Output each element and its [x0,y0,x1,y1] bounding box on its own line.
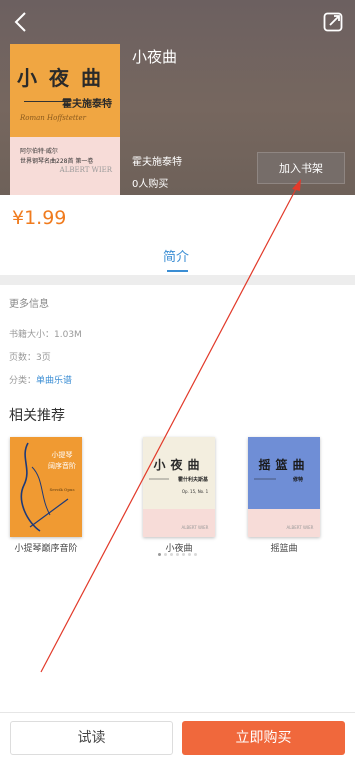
carousel-dot [176,553,179,556]
book-header: 小夜曲 霍夫施泰特 Roman Hoffstetter 阿尔伯特·威尔 世界钢琴… [0,0,355,195]
violin-illustration: 小提琴 阔序音阶 Sevcik Opus [20,442,76,532]
carousel-dot [188,553,191,556]
tab-intro[interactable]: 简介 [163,246,189,265]
svg-text:ALBERT WIER: ALBERT WIER [182,525,209,530]
bottom-bar: 试读 立即购买 [0,712,355,761]
cover-line1: 阿尔伯特·威尔 [20,148,58,155]
add-to-shelf-button[interactable]: 加入书架 [257,152,345,184]
carousel-dots [158,553,198,557]
page-count: 页数：3页 [9,353,51,363]
price: ¥1.99 [12,207,67,229]
svg-text:小夜曲: 小夜曲 [153,457,204,472]
book-title: 小夜曲 [132,48,178,66]
related-book-cover[interactable]: 小提琴 阔序音阶 Sevcik Opus [10,437,82,537]
carousel-dot [158,553,161,556]
section-divider [0,275,355,285]
cover-title: 小夜曲 [17,66,113,90]
svg-text:ALBERT WIER: ALBERT WIER [287,525,314,530]
cover-art: 摇篮曲 修特 ALBERT WIER [248,457,320,537]
cover-art: 小夜曲 霍什利夫斯基 Op. 15, No. 1 ALBERT WIER [143,457,215,537]
buy-now-button[interactable]: 立即购买 [182,721,345,755]
trial-read-button[interactable]: 试读 [10,721,173,755]
carousel-dot [182,553,185,556]
svg-text:霍什利夫斯基: 霍什利夫斯基 [178,476,209,483]
svg-text:阔序音阶: 阔序音阶 [48,461,76,470]
svg-text:修特: 修特 [292,476,303,483]
category: 分类：单曲乐谱 [9,373,72,386]
related-book-title[interactable]: 小提琴巅序音阶 [0,541,96,554]
related-heading: 相关推荐 [9,408,65,424]
svg-text:Op. 15, No. 1: Op. 15, No. 1 [182,489,209,494]
chevron-left-icon[interactable] [10,10,34,34]
share-icon[interactable] [323,12,343,32]
svg-text:小提琴: 小提琴 [52,450,73,459]
related-book-title[interactable]: 摇篮曲 [234,541,334,554]
tab-indicator [167,270,188,272]
carousel-dot [164,553,167,556]
file-size: 书籍大小：1.03M [9,330,82,340]
category-link[interactable]: 单曲乐谱 [36,376,72,386]
carousel-dot [194,553,197,556]
carousel-dot [170,553,173,556]
svg-text:摇篮曲: 摇篮曲 [258,457,309,472]
svg-text:Sevcik Opus: Sevcik Opus [49,487,74,492]
related-book-cover[interactable]: 摇篮曲 修特 ALBERT WIER [248,437,320,537]
cover-author: 霍夫施泰特 [62,99,112,110]
category-label: 分类： [9,376,37,386]
book-author[interactable]: 霍夫施泰特 [132,153,182,168]
book-cover: 小夜曲 霍夫施泰特 Roman Hoffstetter 阿尔伯特·威尔 世界钢琴… [10,44,120,195]
more-info-heading: 更多信息 [9,299,49,310]
cover-subtitle: Roman Hoffstetter [20,114,86,122]
cover-line2: 世界钢琴名曲228首 第一卷 [20,158,94,165]
purchase-count: 0人购买 [132,179,169,190]
related-book-cover[interactable]: 小夜曲 霍什利夫斯基 Op. 15, No. 1 ALBERT WIER [143,437,215,537]
cover-brand: ALBERT WIER [59,166,112,174]
